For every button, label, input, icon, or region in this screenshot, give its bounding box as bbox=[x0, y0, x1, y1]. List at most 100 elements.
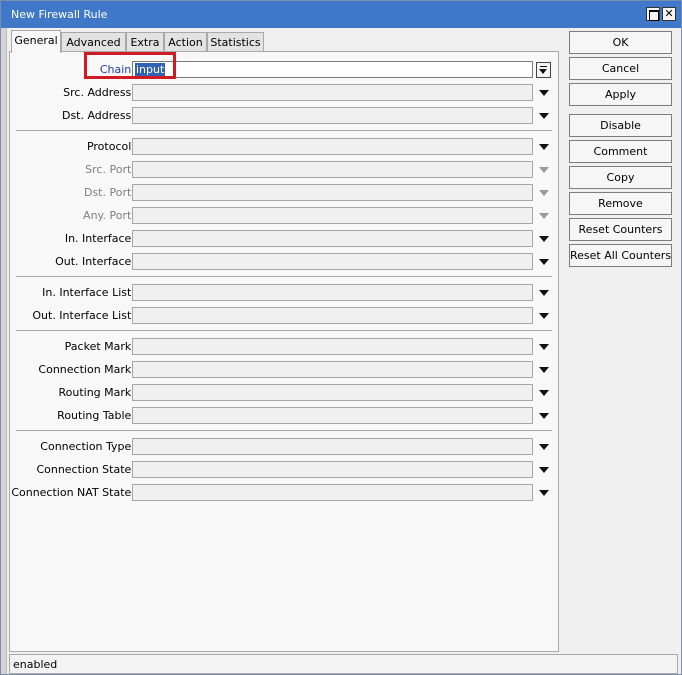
connection-type-expand-icon[interactable] bbox=[539, 444, 549, 450]
src-port-row: Src. Port: bbox=[10, 161, 558, 179]
src-address-input[interactable] bbox=[132, 84, 533, 101]
cancel-button[interactable]: Cancel bbox=[569, 57, 672, 80]
protocol-input[interactable] bbox=[132, 138, 533, 155]
in-interface-list-label: In. Interface List: bbox=[42, 286, 135, 299]
connection-mark-expand-icon[interactable] bbox=[539, 367, 549, 373]
connection-nat-state-row: Connection NAT State: bbox=[10, 484, 558, 502]
in-interface-expand-icon[interactable] bbox=[539, 236, 549, 242]
routing-mark-row: Routing Mark: bbox=[10, 384, 558, 402]
tab-advanced[interactable]: Advanced bbox=[61, 32, 126, 52]
src-address-label: Src. Address: bbox=[63, 86, 135, 99]
dst-port-expand-icon bbox=[539, 190, 549, 196]
dst-address-input[interactable] bbox=[132, 107, 533, 124]
in-interface-row: In. Interface: bbox=[10, 230, 558, 248]
connection-mark-row: Connection Mark: bbox=[10, 361, 558, 379]
routing-mark-input[interactable] bbox=[132, 384, 533, 401]
separator bbox=[16, 130, 552, 131]
tab-general[interactable]: General bbox=[11, 30, 61, 53]
apply-button[interactable]: Apply bbox=[569, 83, 672, 106]
connection-type-label: Connection Type: bbox=[40, 440, 135, 453]
comment-button[interactable]: Comment bbox=[569, 140, 672, 163]
window-left-edge bbox=[1, 28, 7, 674]
out-interface-row: Out. Interface: bbox=[10, 253, 558, 271]
chevron-down-icon bbox=[539, 69, 547, 74]
ok-button[interactable]: OK bbox=[569, 31, 672, 54]
maximize-icon[interactable] bbox=[646, 7, 660, 21]
out-interface-expand-icon[interactable] bbox=[539, 259, 549, 265]
remove-button[interactable]: Remove bbox=[569, 192, 672, 215]
in-interface-input[interactable] bbox=[132, 230, 533, 247]
title-bar[interactable]: New Firewall Rule ✕ bbox=[1, 1, 681, 28]
reset-all-counters-button[interactable]: Reset All Counters bbox=[569, 244, 672, 267]
routing-table-input[interactable] bbox=[132, 407, 533, 424]
separator bbox=[16, 430, 552, 431]
out-interface-list-row: Out. Interface List: bbox=[10, 307, 558, 325]
connection-state-expand-icon[interactable] bbox=[539, 467, 549, 473]
in-interface-list-row: In. Interface List: bbox=[10, 284, 558, 302]
protocol-expand-icon[interactable] bbox=[539, 144, 549, 150]
out-interface-input[interactable] bbox=[132, 253, 533, 270]
packet-mark-expand-icon[interactable] bbox=[539, 344, 549, 350]
connection-nat-state-input[interactable] bbox=[132, 484, 533, 501]
connection-state-input[interactable] bbox=[132, 461, 533, 478]
packet-mark-row: Packet Mark: bbox=[10, 338, 558, 356]
src-port-expand-icon bbox=[539, 167, 549, 173]
out-interface-label: Out. Interface: bbox=[55, 255, 135, 268]
in-interface-list-input[interactable] bbox=[132, 284, 533, 301]
dst-port-label: Dst. Port: bbox=[83, 186, 135, 199]
protocol-row: Protocol: bbox=[10, 138, 558, 156]
copy-button[interactable]: Copy bbox=[569, 166, 672, 189]
close-icon[interactable]: ✕ bbox=[662, 7, 676, 21]
chain-input[interactable]: input bbox=[132, 61, 533, 78]
out-interface-list-input[interactable] bbox=[132, 307, 533, 324]
out-interface-list-label: Out. Interface List: bbox=[32, 309, 135, 322]
separator bbox=[16, 330, 552, 331]
packet-mark-label: Packet Mark: bbox=[64, 340, 135, 353]
routing-table-expand-icon[interactable] bbox=[539, 413, 549, 419]
protocol-label: Protocol: bbox=[86, 140, 135, 153]
separator bbox=[16, 276, 552, 277]
dst-address-expand-icon[interactable] bbox=[539, 113, 549, 119]
dst-address-row: Dst. Address: bbox=[10, 107, 558, 125]
src-port-label: Src. Port: bbox=[85, 163, 135, 176]
src-address-row: Src. Address: bbox=[10, 84, 558, 102]
any-port-input bbox=[132, 207, 533, 224]
tab-statistics[interactable]: Statistics bbox=[207, 32, 264, 52]
connection-type-input[interactable] bbox=[132, 438, 533, 455]
out-interface-list-expand-icon[interactable] bbox=[539, 313, 549, 319]
status-bar: enabled bbox=[9, 654, 678, 674]
tab-action[interactable]: Action bbox=[164, 32, 207, 52]
connection-nat-state-label: Connection NAT State: bbox=[11, 486, 135, 499]
chain-highlight-box bbox=[84, 52, 176, 79]
chain-dropdown-button[interactable] bbox=[536, 62, 551, 78]
any-port-label: Any. Port: bbox=[83, 209, 135, 222]
dst-address-label: Dst. Address: bbox=[61, 109, 135, 122]
general-tab-panel: Chain: input Src. Address: Dst. Address:… bbox=[9, 51, 559, 652]
in-interface-label: In. Interface: bbox=[64, 232, 135, 245]
in-interface-list-expand-icon[interactable] bbox=[539, 290, 549, 296]
disable-button[interactable]: Disable bbox=[569, 114, 672, 137]
reset-counters-button[interactable]: Reset Counters bbox=[569, 218, 672, 241]
routing-mark-label: Routing Mark: bbox=[58, 386, 135, 399]
any-port-row: Any. Port: bbox=[10, 207, 558, 225]
src-address-expand-icon[interactable] bbox=[539, 90, 549, 96]
window-title: New Firewall Rule bbox=[11, 8, 108, 21]
connection-mark-label: Connection Mark: bbox=[38, 363, 135, 376]
connection-state-row: Connection State: bbox=[10, 461, 558, 479]
connection-type-row: Connection Type: bbox=[10, 438, 558, 456]
routing-mark-expand-icon[interactable] bbox=[539, 390, 549, 396]
firewall-rule-window: New Firewall Rule ✕ General Advanced Ext… bbox=[0, 0, 682, 675]
dropdown-bar-icon bbox=[540, 66, 547, 67]
packet-mark-input[interactable] bbox=[132, 338, 533, 355]
connection-nat-state-expand-icon[interactable] bbox=[539, 490, 549, 496]
routing-table-label: Routing Table: bbox=[57, 409, 135, 422]
connection-mark-input[interactable] bbox=[132, 361, 533, 378]
dst-port-input bbox=[132, 184, 533, 201]
status-text: enabled bbox=[13, 658, 58, 671]
routing-table-row: Routing Table: bbox=[10, 407, 558, 425]
dst-port-row: Dst. Port: bbox=[10, 184, 558, 202]
tab-extra[interactable]: Extra bbox=[126, 32, 164, 52]
any-port-expand-icon bbox=[539, 213, 549, 219]
connection-state-label: Connection State: bbox=[36, 463, 135, 476]
src-port-input bbox=[132, 161, 533, 178]
